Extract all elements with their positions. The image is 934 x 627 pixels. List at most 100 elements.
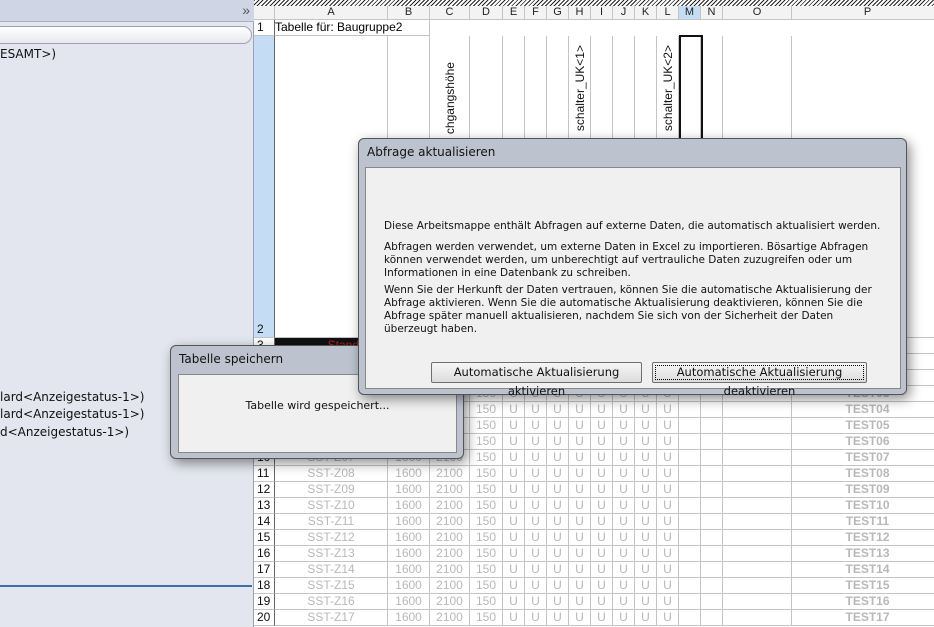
table-cell[interactable]: TEST14	[792, 562, 934, 578]
table-cell[interactable]	[701, 498, 723, 514]
table-cell[interactable]: U	[635, 466, 657, 482]
table-cell[interactable]: U	[569, 610, 591, 626]
column-header-g[interactable]: G	[547, 6, 569, 20]
table-cell[interactable]: 2100	[430, 466, 470, 482]
column-header-d[interactable]: D	[470, 6, 503, 20]
table-cell[interactable]: U	[635, 418, 657, 434]
table-cell[interactable]: U	[569, 498, 591, 514]
column-header-h[interactable]: H	[569, 6, 591, 20]
column-header-b[interactable]: B	[388, 6, 430, 20]
table-cell[interactable]	[701, 466, 723, 482]
table-cell[interactable]: U	[635, 482, 657, 498]
table-cell[interactable]: U	[503, 594, 525, 610]
table-cell[interactable]: U	[569, 402, 591, 418]
table-cell[interactable]: 150	[470, 450, 503, 466]
table-cell[interactable]: 2100	[430, 530, 470, 546]
table-cell[interactable]	[701, 434, 723, 450]
table-cell[interactable]: TEST10	[792, 498, 934, 514]
row-header[interactable]: 20	[254, 610, 275, 626]
table-cell[interactable]: U	[635, 610, 657, 626]
column-header-c[interactable]: C	[430, 6, 470, 20]
disable-auto-refresh-button[interactable]: Automatische Aktualisierung deaktivieren	[652, 362, 867, 398]
table-cell[interactable]: U	[591, 434, 613, 450]
table-cell[interactable]: 1600	[388, 594, 430, 610]
table-cell[interactable]	[679, 594, 701, 610]
table-cell[interactable]	[723, 546, 792, 562]
table-cell[interactable]	[701, 562, 723, 578]
table-cell[interactable]: U	[613, 530, 635, 546]
table-cell[interactable]: TEST06	[792, 434, 934, 450]
table-cell[interactable]: U	[569, 530, 591, 546]
tree-item[interactable]: lard<Anzeigestatus-1>)	[0, 390, 145, 404]
table-cell[interactable]: SST-Z10	[275, 498, 388, 514]
tree-item[interactable]: ESAMT>)	[0, 47, 56, 61]
title-cell[interactable]: Tabelle für: Baugruppe2	[275, 20, 430, 36]
table-cell[interactable]: U	[547, 498, 569, 514]
table-cell[interactable]: U	[525, 546, 547, 562]
table-cell[interactable]: U	[591, 450, 613, 466]
table-cell[interactable]: U	[569, 450, 591, 466]
table-cell[interactable]	[723, 514, 792, 530]
table-cell[interactable]: U	[657, 402, 679, 418]
column-header-f[interactable]: F	[525, 6, 547, 20]
table-cell[interactable]: U	[613, 578, 635, 594]
column-header-m[interactable]: M	[679, 6, 701, 20]
column-header-k[interactable]: K	[635, 6, 657, 20]
table-cell[interactable]: U	[657, 546, 679, 562]
column-header-j[interactable]: J	[613, 6, 635, 20]
table-cell[interactable]: U	[613, 514, 635, 530]
table-cell[interactable]	[679, 530, 701, 546]
table-cell[interactable]: TEST08	[792, 466, 934, 482]
table-cell[interactable]: 1600	[388, 578, 430, 594]
table-cell[interactable]: U	[525, 594, 547, 610]
table-cell[interactable]: U	[547, 530, 569, 546]
table-cell[interactable]: SST-Z12	[275, 530, 388, 546]
table-cell[interactable]: U	[547, 434, 569, 450]
table-cell[interactable]: U	[569, 482, 591, 498]
expand-icon[interactable]: »	[242, 2, 250, 18]
column-header-a[interactable]: A	[275, 6, 388, 20]
table-cell[interactable]: TEST07	[792, 450, 934, 466]
table-cell[interactable]: U	[503, 530, 525, 546]
table-cell[interactable]: TEST11	[792, 514, 934, 530]
table-cell[interactable]: U	[657, 530, 679, 546]
column-header-o[interactable]: O	[723, 6, 792, 20]
table-cell[interactable]: U	[525, 530, 547, 546]
table-cell[interactable]: U	[503, 418, 525, 434]
table-cell[interactable]: SST-Z09	[275, 482, 388, 498]
table-cell[interactable]	[679, 418, 701, 434]
table-cell[interactable]	[679, 402, 701, 418]
select-all-corner[interactable]	[254, 6, 275, 20]
table-cell[interactable]: U	[503, 450, 525, 466]
table-cell[interactable]: U	[547, 466, 569, 482]
table-cell[interactable]: SST-Z15	[275, 578, 388, 594]
table-cell[interactable]: U	[547, 594, 569, 610]
table-cell[interactable]: TEST17	[792, 610, 934, 626]
table-cell[interactable]: U	[569, 578, 591, 594]
table-cell[interactable]: U	[657, 466, 679, 482]
table-cell[interactable]: U	[591, 578, 613, 594]
table-cell[interactable]: U	[613, 610, 635, 626]
table-cell[interactable]: U	[591, 594, 613, 610]
tree-item[interactable]: lard<Anzeigestatus-1>)	[0, 407, 145, 421]
table-cell[interactable]	[701, 578, 723, 594]
table-cell[interactable]: U	[657, 450, 679, 466]
row-header[interactable]: 19	[254, 594, 275, 610]
table-cell[interactable]: U	[613, 562, 635, 578]
table-cell[interactable]: U	[525, 578, 547, 594]
table-cell[interactable]	[679, 562, 701, 578]
tree-item[interactable]: d<Anzeigestatus-1>)	[0, 425, 129, 439]
table-cell[interactable]: U	[657, 610, 679, 626]
column-header-i[interactable]: I	[591, 6, 613, 20]
table-cell[interactable]: U	[503, 434, 525, 450]
table-cell[interactable]: 1600	[388, 562, 430, 578]
table-cell[interactable]	[701, 546, 723, 562]
table-cell[interactable]: U	[503, 546, 525, 562]
table-cell[interactable]	[679, 578, 701, 594]
table-cell[interactable]: U	[613, 402, 635, 418]
table-cell[interactable]: U	[503, 482, 525, 498]
row-header[interactable]: 1	[254, 20, 275, 36]
table-cell[interactable]: 2100	[430, 610, 470, 626]
table-cell[interactable]: U	[613, 546, 635, 562]
table-cell[interactable]	[723, 530, 792, 546]
